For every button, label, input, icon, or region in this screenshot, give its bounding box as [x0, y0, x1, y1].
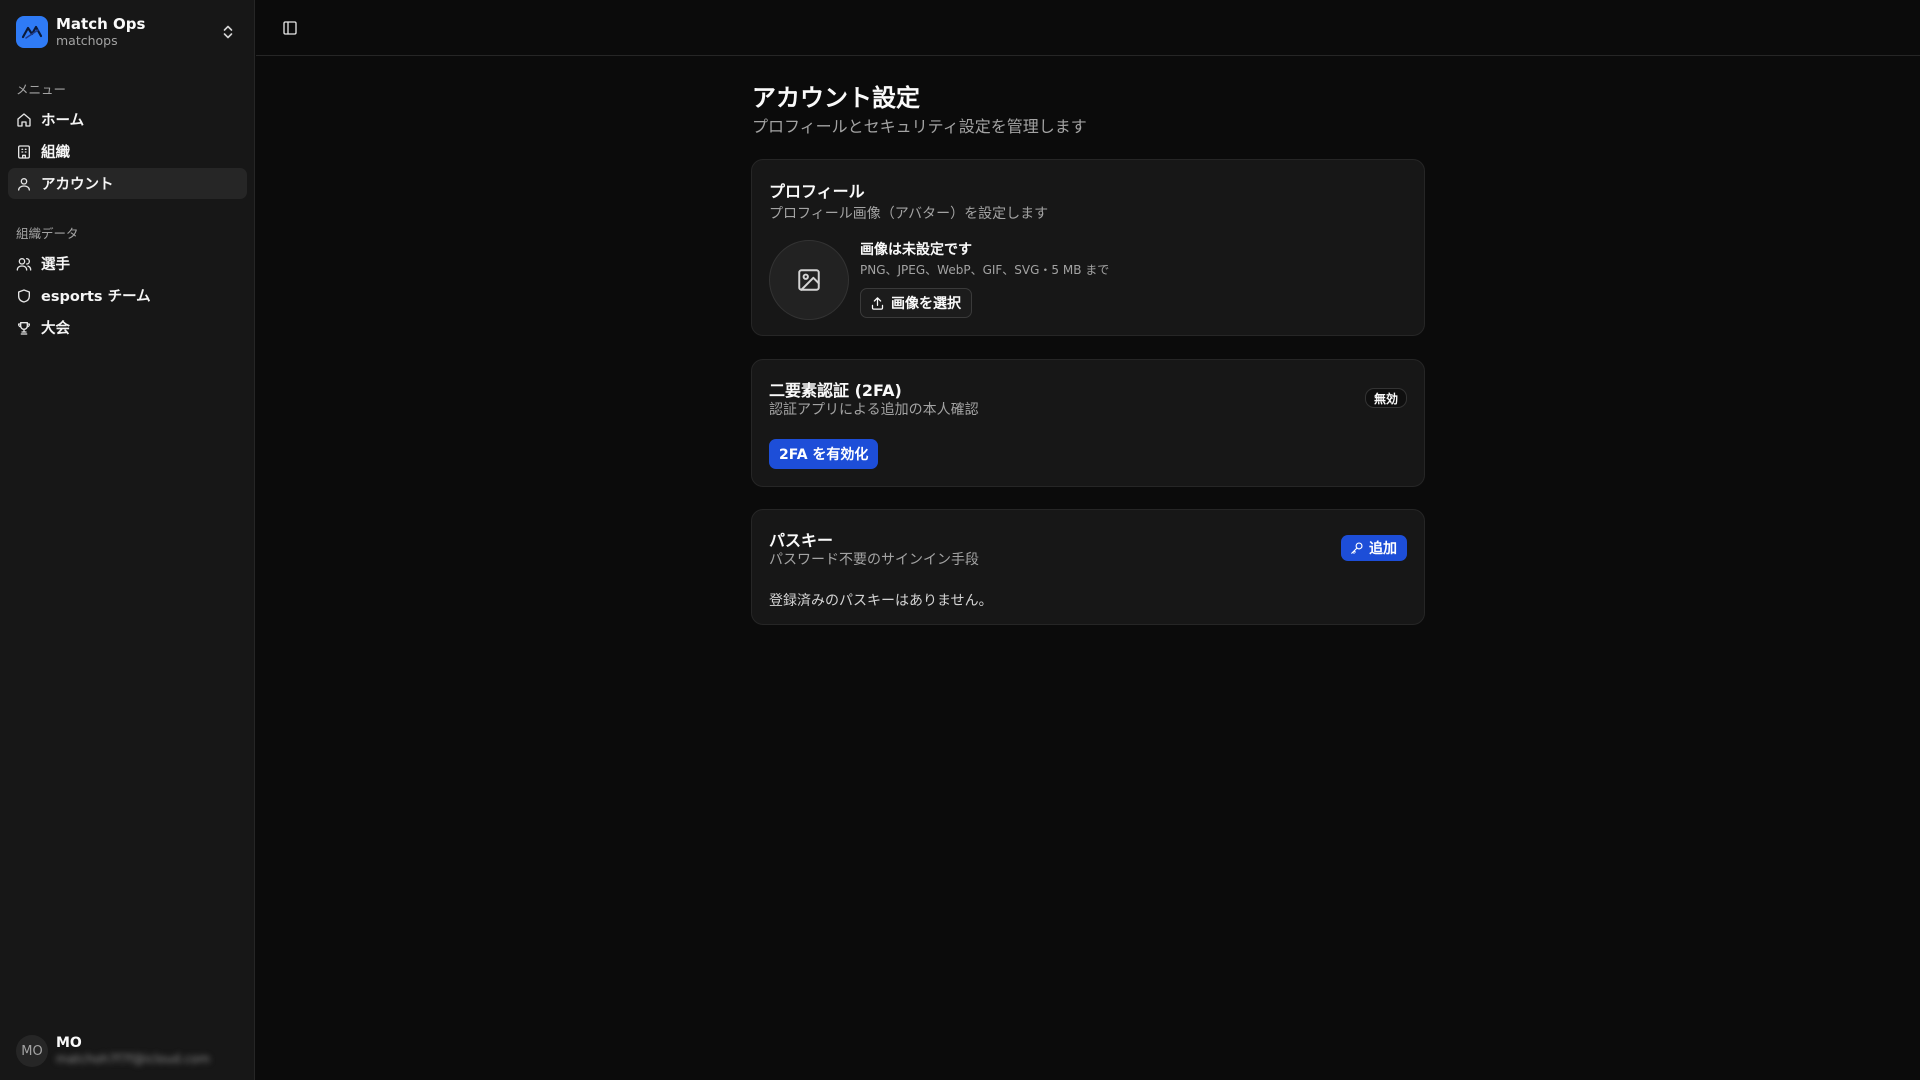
two-factor-card: 二要素認証 (2FA) 認証アプリによる追加の本人確認 無効 2FA を有効化	[751, 359, 1425, 487]
sidebar-item-label: 大会	[41, 321, 70, 337]
nav-group-label-menu: メニュー	[16, 82, 67, 97]
enable-2fa-button[interactable]: 2FA を有効化	[769, 439, 879, 469]
status-badge: 無効	[1364, 388, 1407, 408]
sidebar-item-home[interactable]: ホーム	[8, 104, 247, 135]
sidebar-item-account[interactable]: アカウント	[8, 168, 247, 199]
workspace-switcher[interactable]: Match Ops matchops	[8, 8, 247, 56]
users-icon	[16, 256, 32, 272]
top-bar	[256, 0, 1920, 56]
user-icon	[16, 176, 32, 192]
sidebar-item-esports-teams[interactable]: esports チーム	[8, 280, 247, 311]
profile-card-title: プロフィール	[769, 182, 865, 201]
user-menu[interactable]: MO MO matchoh7f7f@icloud.com	[8, 1030, 247, 1072]
page-title: アカウント設定	[752, 84, 920, 112]
sidebar-item-label: esports チーム	[41, 289, 151, 305]
match-ops-logo-icon	[16, 16, 48, 48]
add-passkey-label: 追加	[1369, 541, 1397, 557]
passkey-title: パスキー	[769, 531, 834, 550]
avatar-preview	[769, 240, 849, 320]
select-image-button[interactable]: 画像を選択	[860, 288, 972, 318]
two-factor-title: 二要素認証 (2FA)	[769, 381, 902, 400]
sidebar-item-label: アカウント	[41, 177, 114, 193]
profile-card: プロフィール プロフィール画像（アバター）を設定します 画像は未設定です PNG…	[751, 159, 1425, 336]
nav-group-label-org-data: 組織データ	[16, 226, 79, 241]
image-placeholder-icon	[796, 267, 822, 293]
key-icon	[1350, 541, 1364, 555]
user-name: MO	[56, 1035, 82, 1052]
image-status: 画像は未設定です	[860, 242, 972, 258]
passkey-empty-state: 登録済みのパスキーはありません。	[769, 593, 993, 609]
chevrons-up-down-icon	[221, 24, 235, 40]
sidebar-toggle-button[interactable]	[276, 14, 304, 42]
sidebar-item-label: 組織	[41, 145, 70, 161]
select-image-label: 画像を選択	[891, 296, 961, 312]
sidebar-item-label: 選手	[41, 257, 70, 273]
image-format-hint: PNG、JPEG、WebP、GIF、SVG・5 MB まで	[860, 263, 1110, 277]
passkey-card: パスキー パスワード不要のサインイン手段 追加 登録済みのパスキーはありません。	[751, 509, 1425, 625]
shield-icon	[16, 288, 32, 304]
building-icon	[16, 144, 32, 160]
sidebar: Match Ops matchops メニュー ホーム 組織 アカウント 組織デ…	[0, 0, 255, 1080]
upload-icon	[870, 296, 885, 311]
workspace-slug: matchops	[56, 32, 118, 48]
home-icon	[16, 112, 32, 128]
sidebar-item-organization[interactable]: 組織	[8, 136, 247, 167]
sidebar-item-players[interactable]: 選手	[8, 248, 247, 279]
page-subtitle: プロフィールとセキュリティ設定を管理します	[752, 117, 1087, 136]
two-factor-description: 認証アプリによる追加の本人確認	[769, 402, 979, 418]
sidebar-item-label: ホーム	[41, 113, 85, 129]
add-passkey-button[interactable]: 追加	[1341, 535, 1407, 561]
workspace-name: Match Ops	[56, 14, 146, 33]
profile-card-description: プロフィール画像（アバター）を設定します	[769, 206, 1049, 222]
user-email: matchoh7f7f@icloud.com	[56, 1052, 210, 1067]
sidebar-toggle-icon	[282, 20, 298, 36]
passkey-description: パスワード不要のサインイン手段	[769, 552, 979, 568]
avatar: MO	[16, 1035, 48, 1067]
sidebar-item-tournaments[interactable]: 大会	[8, 312, 247, 343]
trophy-icon	[16, 320, 32, 336]
